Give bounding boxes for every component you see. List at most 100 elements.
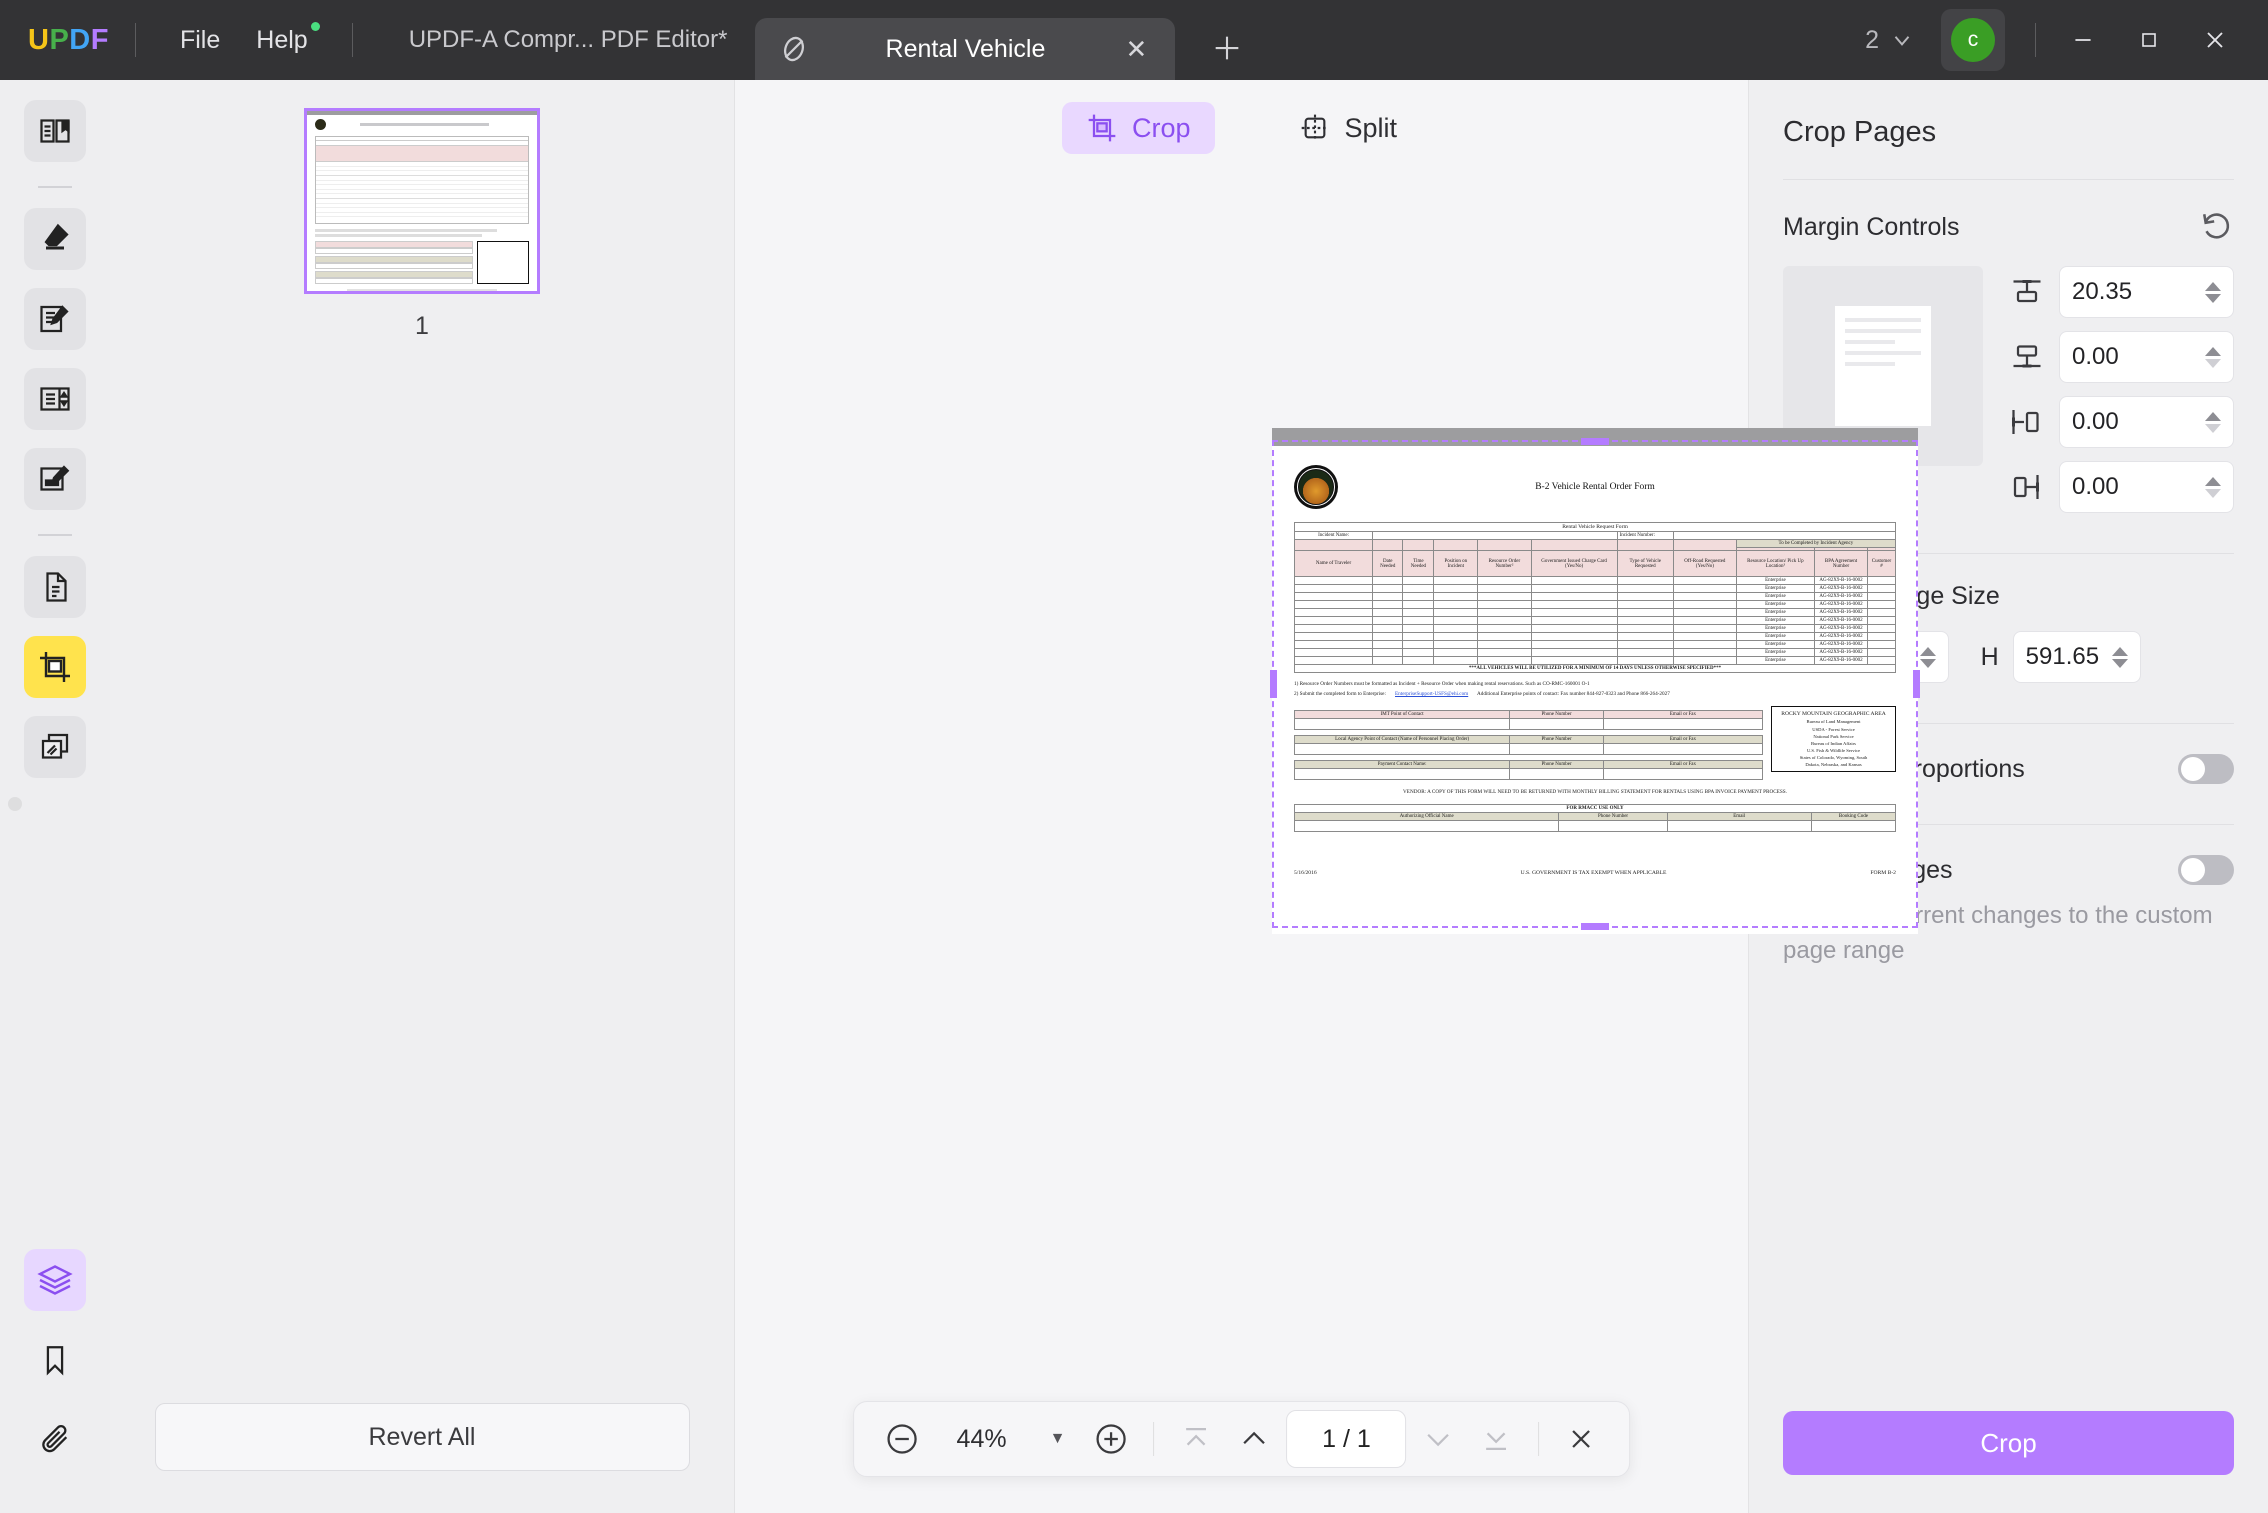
split-tool-button[interactable]: Split xyxy=(1275,102,1422,154)
table-caption: Rental Vehicle Request Form xyxy=(1295,523,1896,532)
form-notes: 1) Resource Order Numbers must be format… xyxy=(1294,680,1896,700)
sidebar-item-form[interactable] xyxy=(24,368,86,430)
sidebar-item-edit-pdf[interactable] xyxy=(24,288,86,350)
margin-left-value: 0.00 xyxy=(2072,408,2205,436)
rm-box-line-3: Bureau of Indian Affairs xyxy=(1776,740,1891,747)
cell-empty xyxy=(1531,601,1617,609)
table-row[interactable]: EnterpriseAG-82X9-B-16-0002 xyxy=(1295,617,1896,625)
column-header-4: Resource Order Number² xyxy=(1478,551,1532,577)
page-thumbnail-1[interactable] xyxy=(304,108,540,294)
width-increment[interactable] xyxy=(1920,647,1936,656)
margin-left-input[interactable]: 0.00 xyxy=(2059,396,2234,448)
table-row[interactable]: EnterpriseAG-82X9-B-16-0002 xyxy=(1295,609,1896,617)
sidebar-item-bookmark[interactable] xyxy=(24,1329,86,1391)
enterprise-email-link[interactable]: EnterpriseSupport-USFS@ehi.com xyxy=(1395,691,1468,697)
previous-page-button[interactable] xyxy=(1228,1413,1280,1465)
reset-icon[interactable] xyxy=(2200,210,2234,244)
sidebar-item-organize-pages[interactable] xyxy=(24,556,86,618)
first-page-button[interactable] xyxy=(1170,1413,1222,1465)
margin-top-increment[interactable] xyxy=(2205,282,2221,291)
cell-empty xyxy=(1295,577,1373,585)
table-row[interactable]: EnterpriseAG-82X9-B-16-0002 xyxy=(1295,649,1896,657)
notification-dot-icon xyxy=(311,22,320,31)
margin-bottom-input[interactable]: 0.00 xyxy=(2059,331,2234,383)
sidebar-item-layers[interactable] xyxy=(24,1249,86,1311)
margin-right-input[interactable]: 0.00 xyxy=(2059,461,2234,513)
cell-empty xyxy=(1867,617,1895,625)
menu-help[interactable]: Help xyxy=(238,20,325,61)
height-decrement[interactable] xyxy=(2112,659,2128,668)
avatar-button[interactable]: c xyxy=(1941,9,2005,71)
sidebar-item-annotate[interactable] xyxy=(24,208,86,270)
logo-letter-u: U xyxy=(28,24,49,57)
width-decrement[interactable] xyxy=(1920,659,1936,668)
zoom-in-button[interactable] xyxy=(1085,1413,1137,1465)
table-row[interactable]: EnterpriseAG-82X9-B-16-0002 xyxy=(1295,601,1896,609)
cell-empty xyxy=(1478,585,1532,593)
margin-left-decrement[interactable] xyxy=(2205,424,2221,433)
cell-empty xyxy=(1617,633,1673,641)
cell-resource-location: Enterprise xyxy=(1736,585,1814,593)
cell-empty xyxy=(1373,585,1403,593)
sidebar-item-reader[interactable] xyxy=(24,100,86,162)
margin-right-decrement[interactable] xyxy=(2205,489,2221,498)
height-increment[interactable] xyxy=(2112,647,2128,656)
minimize-button[interactable] xyxy=(2050,9,2116,71)
sidebar-item-attachment[interactable] xyxy=(24,1409,86,1471)
cell-empty xyxy=(1478,577,1532,585)
close-icon[interactable]: ✕ xyxy=(1119,32,1153,66)
cell-empty xyxy=(1478,617,1532,625)
cell-empty xyxy=(1617,617,1673,625)
cell-empty xyxy=(1531,585,1617,593)
account-switcher[interactable]: 2 xyxy=(1855,26,1925,55)
imt-phone-label: Phone Number xyxy=(1510,710,1604,718)
margin-top-decrement[interactable] xyxy=(2205,294,2221,303)
inactive-document-title[interactable]: UPDF-A Compr... PDF Editor* xyxy=(409,26,728,54)
close-zoom-toolbar-button[interactable] xyxy=(1555,1413,1607,1465)
apply-changes-toggle[interactable] xyxy=(2178,855,2234,885)
zoom-dropdown-caret-icon[interactable]: ▼ xyxy=(1036,1430,1080,1448)
rm-box-line-0: Bureau of Land Management xyxy=(1776,718,1891,725)
table-row[interactable]: EnterpriseAG-82X9-B-16-0002 xyxy=(1295,657,1896,665)
margin-right-increment[interactable] xyxy=(2205,477,2221,486)
cell-empty xyxy=(1673,617,1736,625)
crop-tool-button[interactable]: Crop xyxy=(1062,102,1215,154)
sidebar-item-edit-text[interactable] xyxy=(24,448,86,510)
margin-top-input[interactable]: 20.35 xyxy=(2059,266,2234,318)
margin-left-increment[interactable] xyxy=(2205,412,2221,421)
payment-contact-table: Payment Contact Name: Phone Number Email… xyxy=(1294,760,1763,780)
new-tab-button[interactable] xyxy=(1205,26,1249,70)
margin-bottom-decrement[interactable] xyxy=(2205,359,2221,368)
revert-all-button[interactable]: Revert All xyxy=(155,1403,690,1471)
pdf-page-1[interactable]: Exhibit E B-2 Vehicle Rental Order Form … xyxy=(1272,446,1918,934)
table-row[interactable]: EnterpriseAG-82X9-B-16-0002 xyxy=(1295,641,1896,649)
crop-submit-button[interactable]: Crop xyxy=(1783,1411,2234,1475)
cell-empty xyxy=(1478,625,1532,633)
table-row[interactable]: EnterpriseAG-82X9-B-16-0002 xyxy=(1295,633,1896,641)
tab-rental-vehicle[interactable]: Rental Vehicle ✕ xyxy=(755,18,1175,80)
close-button[interactable] xyxy=(2182,9,2248,71)
cell-empty xyxy=(1434,641,1478,649)
zoom-level[interactable]: 44% xyxy=(934,1425,1030,1454)
sidebar-item-compare[interactable] xyxy=(24,716,86,778)
height-input[interactable]: 591.65 xyxy=(2013,631,2141,683)
table-row[interactable]: EnterpriseAG-82X9-B-16-0002 xyxy=(1295,577,1896,585)
page-indicator[interactable]: 1 / 1 xyxy=(1286,1410,1406,1468)
table-row[interactable]: EnterpriseAG-82X9-B-16-0002 xyxy=(1295,625,1896,633)
table-row[interactable]: EnterpriseAG-82X9-B-16-0002 xyxy=(1295,593,1896,601)
column-header-7: Off-Road Requested (Yes/No) xyxy=(1673,551,1736,577)
cell-empty xyxy=(1434,649,1478,657)
sidebar-item-crop-pages[interactable] xyxy=(24,636,86,698)
panel-resize-handle[interactable] xyxy=(8,797,22,811)
cell-empty xyxy=(1867,641,1895,649)
margin-right-icon xyxy=(2009,472,2045,502)
maximize-button[interactable] xyxy=(2116,9,2182,71)
constrain-proportions-toggle[interactable] xyxy=(2178,754,2234,784)
margin-bottom-increment[interactable] xyxy=(2205,347,2221,356)
next-page-button[interactable] xyxy=(1412,1413,1464,1465)
zoom-out-button[interactable] xyxy=(876,1413,928,1465)
note-2-suffix: Additional Enterprise points of contact:… xyxy=(1477,691,1670,697)
menu-file[interactable]: File xyxy=(162,20,238,61)
table-row[interactable]: EnterpriseAG-82X9-B-16-0002 xyxy=(1295,585,1896,593)
last-page-button[interactable] xyxy=(1470,1413,1522,1465)
